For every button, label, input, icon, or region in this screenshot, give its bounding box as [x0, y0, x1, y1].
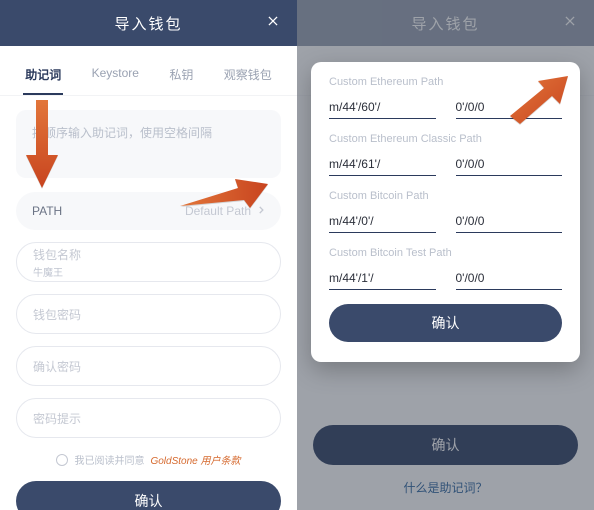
password-hint-label: 密码提示 — [33, 410, 81, 427]
mnemonic-placeholder: 按顺序输入助记词，使用空格间隔 — [32, 126, 212, 140]
confirm-password-field[interactable]: 确认密码 — [16, 346, 281, 386]
group-label: Custom Bitcoin Path — [329, 190, 562, 202]
path-modal: Custom Ethereum Path m/44'/60'/ 0'/0/0 C… — [311, 62, 580, 362]
wallet-name-value: 牛魔王 — [33, 264, 81, 279]
confirm-password-label: 确认密码 — [33, 358, 81, 375]
path-prefix-input[interactable]: m/44'/60'/ — [329, 96, 436, 119]
wallet-name-field[interactable]: 钱包名称 牛魔王 — [16, 242, 281, 282]
tab-privatekey[interactable]: 私钥 — [167, 60, 195, 95]
terms-prefix: 我已阅读并同意 — [74, 452, 144, 467]
path-label: PATH — [32, 204, 62, 218]
tab-bar: 助记词 Keystore 私钥 观察钱包 — [0, 46, 297, 96]
group-label: Custom Bitcoin Test Path — [329, 247, 562, 259]
path-group-etc: Custom Ethereum Classic Path m/44'/61'/ … — [329, 133, 562, 176]
path-suffix-input[interactable]: 0'/0/0 — [456, 153, 563, 176]
group-label: Custom Ethereum Path — [329, 76, 562, 88]
group-label: Custom Ethereum Classic Path — [329, 133, 562, 145]
path-group-btctest: Custom Bitcoin Test Path m/44'/1'/ 0'/0/… — [329, 247, 562, 290]
path-group-eth: Custom Ethereum Path m/44'/60'/ 0'/0/0 — [329, 76, 562, 119]
wallet-name-label: 钱包名称 — [33, 248, 81, 262]
tab-mnemonic[interactable]: 助记词 — [23, 60, 63, 95]
header: 导入钱包 — [0, 0, 297, 46]
tab-keystore[interactable]: Keystore — [90, 60, 141, 95]
mnemonic-input[interactable]: 按顺序输入助记词，使用空格间隔 — [16, 110, 281, 178]
path-selector[interactable]: PATH Default Path — [16, 192, 281, 230]
path-suffix-input[interactable]: 0'/0/0 — [456, 210, 563, 233]
confirm-button[interactable]: 确认 — [16, 481, 281, 510]
path-prefix-input[interactable]: m/44'/1'/ — [329, 267, 436, 290]
left-screen: 导入钱包 助记词 Keystore 私钥 观察钱包 按顺序输入助记词，使用空格间… — [0, 0, 297, 510]
path-group-btc: Custom Bitcoin Path m/44'/0'/ 0'/0/0 — [329, 190, 562, 233]
chevron-right-icon — [257, 204, 265, 218]
path-value: Default Path — [185, 204, 251, 218]
terms-row[interactable]: 我已阅读并同意 GoldStone 用户条款 — [16, 452, 281, 467]
path-prefix-input[interactable]: m/44'/61'/ — [329, 153, 436, 176]
page-title: 导入钱包 — [114, 13, 182, 34]
path-prefix-input[interactable]: m/44'/0'/ — [329, 210, 436, 233]
wallet-password-field[interactable]: 钱包密码 — [16, 294, 281, 334]
path-suffix-input[interactable]: 0'/0/0 — [456, 96, 563, 119]
terms-link[interactable]: GoldStone 用户条款 — [150, 452, 240, 467]
tab-watch[interactable]: 观察钱包 — [222, 60, 274, 95]
path-suffix-input[interactable]: 0'/0/0 — [456, 267, 563, 290]
modal-confirm-button[interactable]: 确认 — [329, 304, 562, 342]
close-icon — [266, 14, 280, 32]
form-body: 按顺序输入助记词，使用空格间隔 PATH Default Path 钱包名称 牛… — [0, 96, 297, 467]
password-hint-field[interactable]: 密码提示 — [16, 398, 281, 438]
right-screen: 导入钱包 助记词 Keystore 私钥 观察钱包 确认 什么是助记词？ Cus… — [297, 0, 594, 510]
wallet-password-label: 钱包密码 — [33, 306, 81, 323]
close-button[interactable] — [263, 13, 283, 33]
radio-icon — [56, 454, 68, 466]
